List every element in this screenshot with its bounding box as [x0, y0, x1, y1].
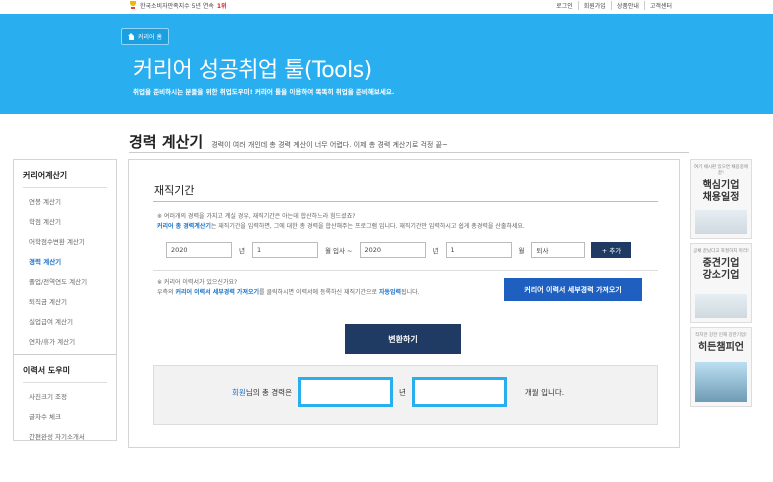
section-title: 재직기간 — [154, 184, 195, 197]
form-divider — [153, 270, 658, 271]
start-month-input[interactable] — [251, 242, 318, 258]
trophy-icon — [129, 1, 137, 10]
sidebar: 커리어계산기 연봉 계산기 학점 계산기 어학점수변환 계산기 경력 계산기 졸… — [13, 159, 117, 441]
result-user: 회원 — [232, 387, 246, 397]
products-link[interactable]: 상품안내 — [610, 1, 644, 10]
result-years-field — [297, 377, 393, 407]
sidebar-item-vacation[interactable]: 연차/휴가 계산기 — [23, 332, 107, 352]
signup-link[interactable]: 회원가입 — [577, 1, 611, 10]
resume-note-line-2: 우측의 커리어 이력서 세부경력 가져오기를 클릭하시면 이력서에 등록하신 재… — [157, 288, 420, 298]
promo-banner: 한국소비자만족지수 5년 연속 1위 — [129, 1, 227, 10]
sidebar-item-char-count[interactable]: 글자수 체크 — [23, 407, 107, 427]
sidebar-item-self-intro[interactable]: 간편완성 자기소개서 — [23, 427, 107, 447]
ad-hidden-image — [695, 362, 747, 402]
breadcrumb-label: 커리어 홈 — [138, 34, 162, 41]
calculator-panel: 재직기간 ※ 여러개의 경력을 가지고 계실 경우, 재직기간은 아는데 합산하… — [128, 159, 680, 448]
resume-note-mid: 를 클릭하시면 이력서에 등록하신 재직기간으로 — [259, 289, 379, 296]
hero-title: 커리어 성공취업 툴(Tools) — [133, 58, 372, 83]
promo-text: 한국소비자만족지수 5년 연속 — [140, 3, 214, 10]
sidebar-heading-calculators: 커리어계산기 — [23, 160, 107, 188]
promo-rank: 1위 — [216, 3, 227, 10]
top-bar: 한국소비자만족지수 5년 연속 1위 로그인 회원가입 상품안내 고객센터 — [0, 0, 773, 14]
start-year-label: 년 — [239, 247, 245, 255]
ad-mid-small: 공채 끝났다고 좌절하지 마라! — [693, 249, 749, 254]
result-months-field — [411, 377, 507, 407]
resume-note-pre: 우측의 — [157, 289, 176, 296]
ad-hidden-small: 작지만 강한 인재 강한기업! — [695, 333, 747, 338]
sidebar-item-photo-resize[interactable]: 사진크기 조정 — [23, 387, 107, 407]
ad-core-small: 여기 채시판 있으면 채용중에 끝! — [694, 165, 748, 176]
add-period-button[interactable]: + 추가 — [591, 242, 632, 258]
end-month-input[interactable] — [445, 242, 512, 258]
note-line-2-text: 는 재직기간을 입력하면, 그에 대한 총 경력을 합산해주는 프로그램 입니다… — [210, 223, 525, 230]
start-month-label: 월 입사 ~ — [324, 247, 353, 255]
result-year-unit: 년 — [398, 387, 406, 397]
ad-hidden-title: 히든챔피언 — [698, 342, 744, 353]
side-ads: 여기 채시판 있으면 채용중에 끝! 핵심기업 채용일정 공채 끝났다고 좌절하… — [690, 159, 752, 411]
top-links: 로그인 회원가입 상품안내 고객센터 — [551, 1, 677, 10]
fetch-resume-button[interactable]: 커리어 이력서 세부경력 가져오기 — [504, 278, 642, 301]
result-month-unit: 개월 입니다. — [524, 387, 565, 397]
result-pre: 님의 총 경력은 — [245, 387, 292, 397]
ad-core-image — [695, 210, 747, 234]
ad-hidden-champion[interactable]: 작지만 강한 인재 강한기업! 히든챔피언 — [690, 327, 752, 407]
hero-subtitle: 취업을 준비하시는 분들을 위한 취업도우미! 커리어 툴을 이용하여 똑똑히 … — [133, 88, 395, 96]
ad-mid-image — [695, 294, 747, 318]
support-link[interactable]: 고객센터 — [643, 1, 677, 10]
end-month-label: 월 — [518, 247, 525, 255]
resume-note-post: 됩니다. — [401, 289, 420, 296]
ad-core-title: 핵심기업 채용일정 — [702, 180, 740, 203]
ad-mid-companies[interactable]: 공채 끝났다고 좌절하지 마라! 중견기업 강소기업 — [690, 243, 752, 323]
title-divider — [129, 152, 689, 153]
sidebar-section-resume: 이력서 도우미 사진크기 조정 글자수 체크 간편완성 자기소개서 — [14, 355, 116, 447]
section-divider — [153, 201, 658, 202]
status-select[interactable] — [531, 242, 586, 258]
result-row: 회원 님의 총 경력은 년 개월 입니다. — [232, 377, 564, 407]
resume-note-hl2: 자동입력 — [378, 289, 402, 296]
sidebar-item-severance[interactable]: 퇴직금 계산기 — [23, 292, 107, 312]
start-year-input[interactable] — [166, 242, 232, 258]
note-line-1: ※ 여러개의 경력을 가지고 계실 경우, 재직기간은 아는데 합산하느라 힘드… — [157, 213, 356, 220]
resume-note: ※ 커리어 이력서가 있으신가요? 우측의 커리어 이력서 세부경력 가져오기를… — [157, 278, 420, 298]
sidebar-section-calculators: 커리어계산기 연봉 계산기 학점 계산기 어학점수변환 계산기 경력 계산기 졸… — [14, 160, 116, 352]
note-line-2: 커리어 총 경력계산기는 재직기간을 입력하면, 그에 대한 총 경력을 합산해… — [157, 222, 525, 232]
end-year-input[interactable] — [359, 242, 426, 258]
login-link[interactable]: 로그인 — [551, 1, 578, 10]
note-highlight: 커리어 총 경력계산기 — [157, 223, 211, 230]
home-icon — [128, 33, 135, 40]
sidebar-item-career[interactable]: 경력 계산기 — [23, 252, 107, 272]
end-year-label: 년 — [432, 247, 439, 255]
sidebar-item-gpa[interactable]: 학점 계산기 — [23, 212, 107, 232]
convert-button[interactable]: 변환하기 — [345, 324, 461, 354]
sidebar-item-unemployment[interactable]: 실업급여 계산기 — [23, 312, 107, 332]
sidebar-item-language-score[interactable]: 어학점수변환 계산기 — [23, 232, 107, 252]
period-form-row: 년 월 입사 ~ 년 월 + 추가 — [166, 242, 632, 258]
ad-core-companies[interactable]: 여기 채시판 있으면 채용중에 끝! 핵심기업 채용일정 — [690, 159, 752, 239]
sidebar-heading-resume: 이력서 도우미 — [23, 355, 107, 383]
resume-note-hl1: 커리어 이력서 세부경력 가져오기 — [175, 289, 260, 296]
ad-mid-title: 중견기업 강소기업 — [702, 258, 740, 281]
sidebar-item-salary[interactable]: 연봉 계산기 — [23, 192, 107, 212]
page-description: 경력이 여러 개인데 총 경력 계산이 너무 어렵다. 이제 총 경력 계산기로… — [211, 141, 448, 149]
instruction-note: ※ 여러개의 경력을 가지고 계실 경우, 재직기간은 아는데 합산하느라 힘드… — [157, 212, 525, 232]
sidebar-item-graduation[interactable]: 졸업/전역연도 계산기 — [23, 272, 107, 292]
breadcrumb-home[interactable]: 커리어 홈 — [121, 28, 169, 45]
page-heading: 경력 계산기 — [129, 133, 204, 151]
page-title: 경력 계산기 경력이 여러 개인데 총 경력 계산이 너무 어렵다. 이제 총 … — [129, 131, 448, 152]
result-box: 회원 님의 총 경력은 년 개월 입니다. — [153, 365, 658, 425]
resume-note-line-1: ※ 커리어 이력서가 있으신가요? — [157, 279, 238, 286]
hero-banner: 커리어 홈 커리어 성공취업 툴(Tools) 취업을 준비하시는 분들을 위한… — [0, 14, 773, 114]
